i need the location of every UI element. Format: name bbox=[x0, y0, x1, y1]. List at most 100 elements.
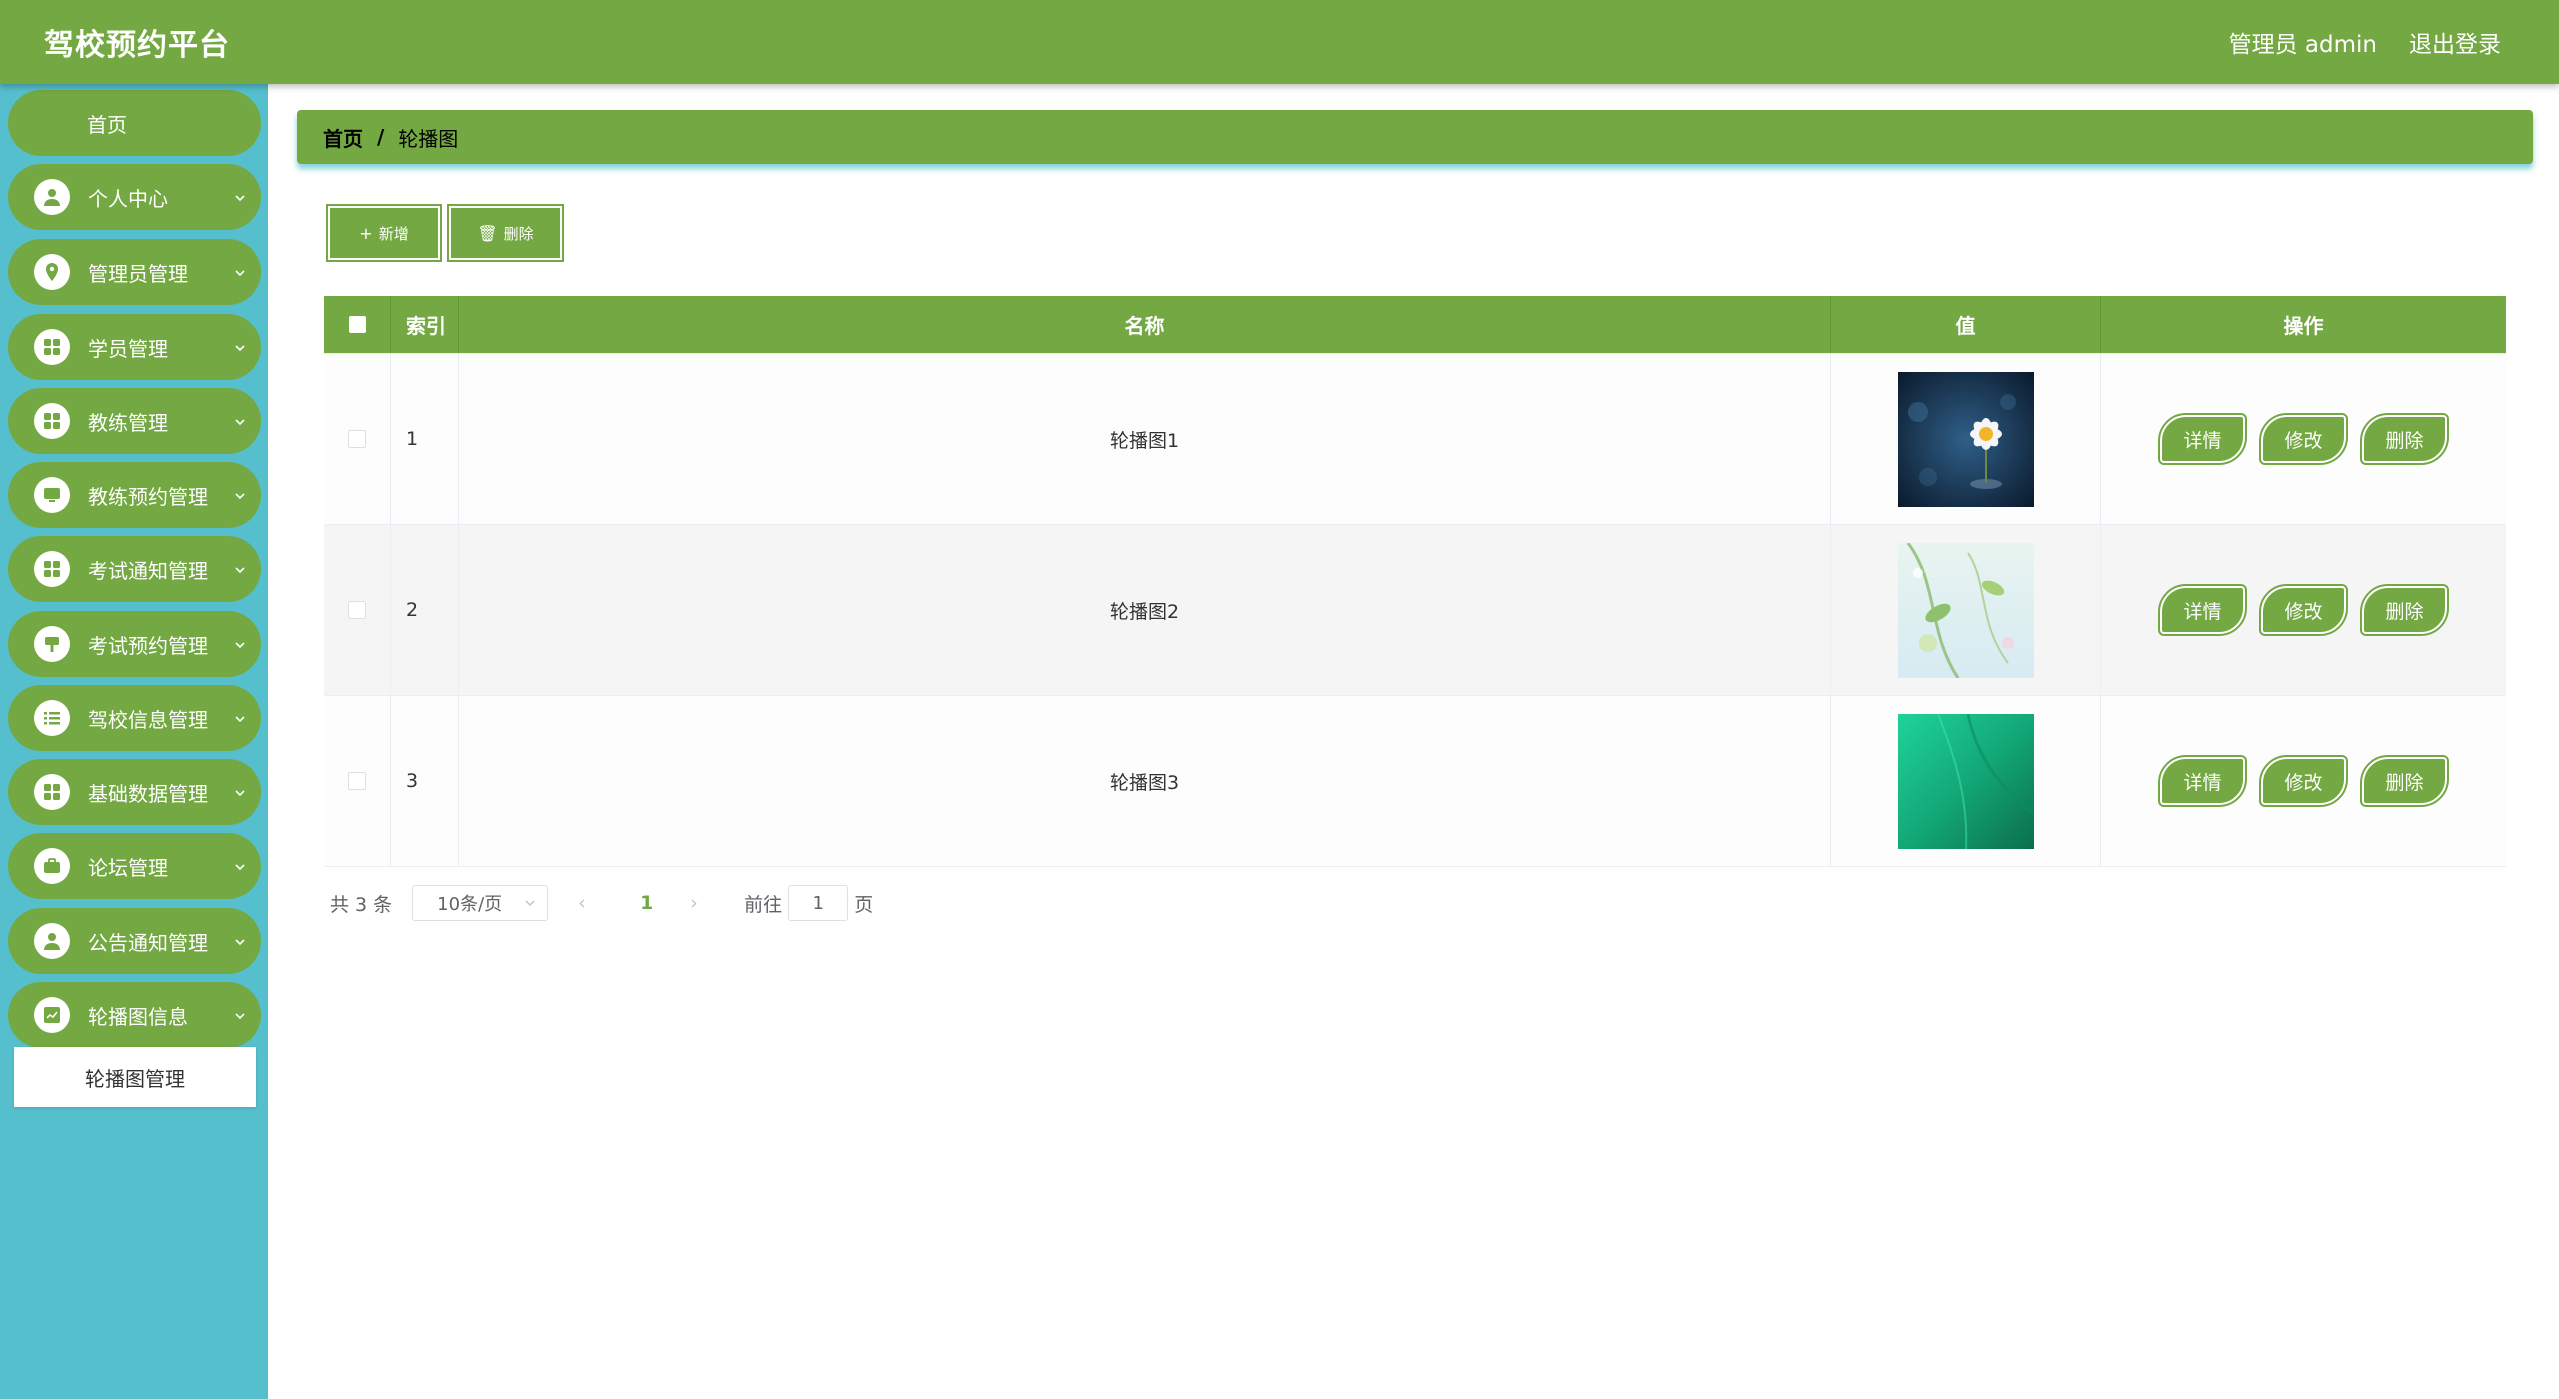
table-row: 3 轮播图3 详情 修改 删除 bbox=[324, 695, 2506, 866]
row-name: 轮播图2 bbox=[459, 525, 1831, 695]
chevron-down-icon bbox=[235, 642, 245, 649]
goto-label: 前往 bbox=[744, 893, 783, 916]
row-checkbox[interactable] bbox=[348, 772, 366, 790]
detail-button[interactable]: 详情 bbox=[2158, 584, 2247, 636]
sidebar-item-exam-notice[interactable]: 考试通知管理 bbox=[8, 536, 261, 602]
row-index: 1 bbox=[391, 354, 459, 524]
sidebar-item-forum[interactable]: 论坛管理 bbox=[8, 833, 261, 899]
app-title: 驾校预约平台 bbox=[44, 28, 230, 63]
row-actions: 详情 修改 删除 bbox=[2101, 354, 2506, 524]
top-bar: 驾校预约平台 管理员 admin 退出登录 bbox=[0, 0, 2559, 84]
edit-button[interactable]: 修改 bbox=[2259, 413, 2348, 465]
breadcrumb-home[interactable]: 首页 bbox=[323, 123, 363, 152]
pin-icon bbox=[34, 254, 70, 290]
row-value-cell bbox=[1831, 354, 2101, 524]
edit-button[interactable]: 修改 bbox=[2259, 584, 2348, 636]
delete-button[interactable]: 删除 bbox=[2360, 413, 2449, 465]
delete-button[interactable]: 删除 bbox=[2360, 584, 2449, 636]
sidebar-item-coach-booking[interactable]: 教练预约管理 bbox=[8, 462, 261, 528]
sidebar-item-label: 基础数据管理 bbox=[88, 781, 208, 806]
sidebar-item-coach-management[interactable]: 教练管理 bbox=[8, 388, 261, 454]
pagination: 共 3 条 10条/页 ‹ 1 › 前往 页 bbox=[330, 885, 873, 921]
detail-button[interactable]: 详情 bbox=[2158, 413, 2247, 465]
header-value: 值 bbox=[1831, 296, 2101, 353]
edit-button[interactable]: 修改 bbox=[2259, 755, 2348, 807]
chevron-down-icon bbox=[235, 195, 245, 202]
row-checkbox[interactable] bbox=[348, 601, 366, 619]
sidebar-item-home[interactable]: 首页 bbox=[8, 90, 261, 156]
flower-image[interactable] bbox=[1897, 371, 2034, 507]
row-name: 轮播图3 bbox=[459, 696, 1831, 866]
chevron-down-icon bbox=[235, 716, 245, 723]
goto-page-input[interactable] bbox=[788, 885, 849, 921]
grid-icon bbox=[34, 403, 70, 439]
breadcrumb-current: 轮播图 bbox=[398, 126, 459, 151]
monitor-icon bbox=[34, 477, 70, 513]
chevron-down-icon bbox=[235, 864, 245, 871]
sidebar-item-announcement[interactable]: 公告通知管理 bbox=[8, 908, 261, 974]
sidebar-item-label: 学员管理 bbox=[88, 336, 168, 361]
next-page-button[interactable]: › bbox=[690, 892, 710, 914]
row-checkbox-cell bbox=[324, 696, 391, 866]
delete-button[interactable]: 删除 bbox=[2360, 755, 2449, 807]
sidebar-subitem-carousel-management[interactable]: 轮播图管理 bbox=[14, 1047, 256, 1107]
batch-delete-button-label: 删除 bbox=[503, 224, 534, 243]
plus-icon: + bbox=[359, 223, 373, 243]
row-value-cell bbox=[1831, 696, 2101, 866]
row-actions: 详情 修改 删除 bbox=[2101, 525, 2506, 695]
chevron-down-icon bbox=[235, 939, 245, 946]
chevron-down-icon bbox=[235, 270, 245, 277]
page-number-current[interactable]: 1 bbox=[640, 892, 660, 914]
sidebar-item-admin-management[interactable]: 管理员管理 bbox=[8, 239, 261, 305]
briefcase-icon bbox=[34, 848, 70, 884]
user-icon bbox=[34, 179, 70, 215]
sidebar-item-student-management[interactable]: 学员管理 bbox=[8, 314, 261, 380]
prev-page-button[interactable]: ‹ bbox=[578, 892, 598, 914]
page-size-select[interactable]: 10条/页 bbox=[412, 885, 549, 921]
plant-image[interactable] bbox=[1897, 542, 2034, 678]
page-size-value: 10条/页 bbox=[437, 894, 503, 915]
header-user-area: 管理员 admin 退出登录 bbox=[2229, 25, 2501, 59]
sidebar-item-carousel[interactable]: 轮播图信息 bbox=[8, 982, 261, 1048]
sidebar-item-school-info[interactable]: 驾校信息管理 bbox=[8, 685, 261, 751]
header-select-all-cell bbox=[324, 296, 391, 353]
sidebar-item-base-data[interactable]: 基础数据管理 bbox=[8, 759, 261, 825]
logout-link[interactable]: 退出登录 bbox=[2409, 25, 2501, 59]
sidebar: 首页 个人中心 管理员管理 学员管理 教练管理 教练预约管理 考试通知管理 考试… bbox=[0, 84, 268, 1399]
header-ops: 操作 bbox=[2283, 314, 2324, 338]
trash-icon: 🗑 bbox=[477, 223, 498, 243]
batch-delete-button[interactable]: 🗑 删除 bbox=[447, 204, 564, 262]
total-count: 共 3 条 bbox=[330, 893, 393, 916]
header-name: 名称 bbox=[459, 296, 1831, 353]
add-button[interactable]: + 新增 bbox=[326, 204, 442, 262]
detail-button[interactable]: 详情 bbox=[2158, 755, 2247, 807]
chevron-down-icon bbox=[235, 790, 245, 797]
table-header: 索引 名称 值 操作 bbox=[324, 296, 2506, 353]
row-index: 3 bbox=[391, 696, 459, 866]
sidebar-item-exam-booking[interactable]: 考试预约管理 bbox=[8, 611, 261, 677]
row-actions: 详情 修改 删除 bbox=[2101, 696, 2506, 866]
chevron-down-icon bbox=[235, 1013, 245, 1020]
breadcrumb: 首页 / 轮播图 bbox=[297, 110, 2533, 164]
grid-icon bbox=[34, 551, 70, 587]
row-checkbox[interactable] bbox=[348, 430, 366, 448]
header-index: 索引 bbox=[391, 296, 459, 353]
select-all-checkbox[interactable] bbox=[348, 316, 366, 333]
sidebar-item-label: 论坛管理 bbox=[88, 855, 168, 880]
sidebar-item-personal-center[interactable]: 个人中心 bbox=[8, 164, 261, 230]
row-value-cell bbox=[1831, 525, 2101, 695]
sidebar-item-label: 公告通知管理 bbox=[88, 930, 208, 955]
chevron-down-icon bbox=[235, 345, 245, 352]
row-checkbox-cell bbox=[324, 525, 391, 695]
page-suffix: 页 bbox=[854, 893, 874, 916]
sidebar-item-label: 首页 bbox=[87, 112, 127, 137]
row-checkbox-cell bbox=[324, 354, 391, 524]
sidebar-item-label: 轮播图信息 bbox=[88, 1004, 188, 1029]
user-icon bbox=[34, 923, 70, 959]
chart-icon bbox=[34, 997, 70, 1033]
chevron-down-icon bbox=[235, 419, 245, 426]
sidebar-item-label: 教练管理 bbox=[88, 410, 168, 435]
add-button-label: 新增 bbox=[378, 224, 409, 243]
green-image[interactable] bbox=[1897, 713, 2034, 849]
row-index: 2 bbox=[391, 525, 459, 695]
